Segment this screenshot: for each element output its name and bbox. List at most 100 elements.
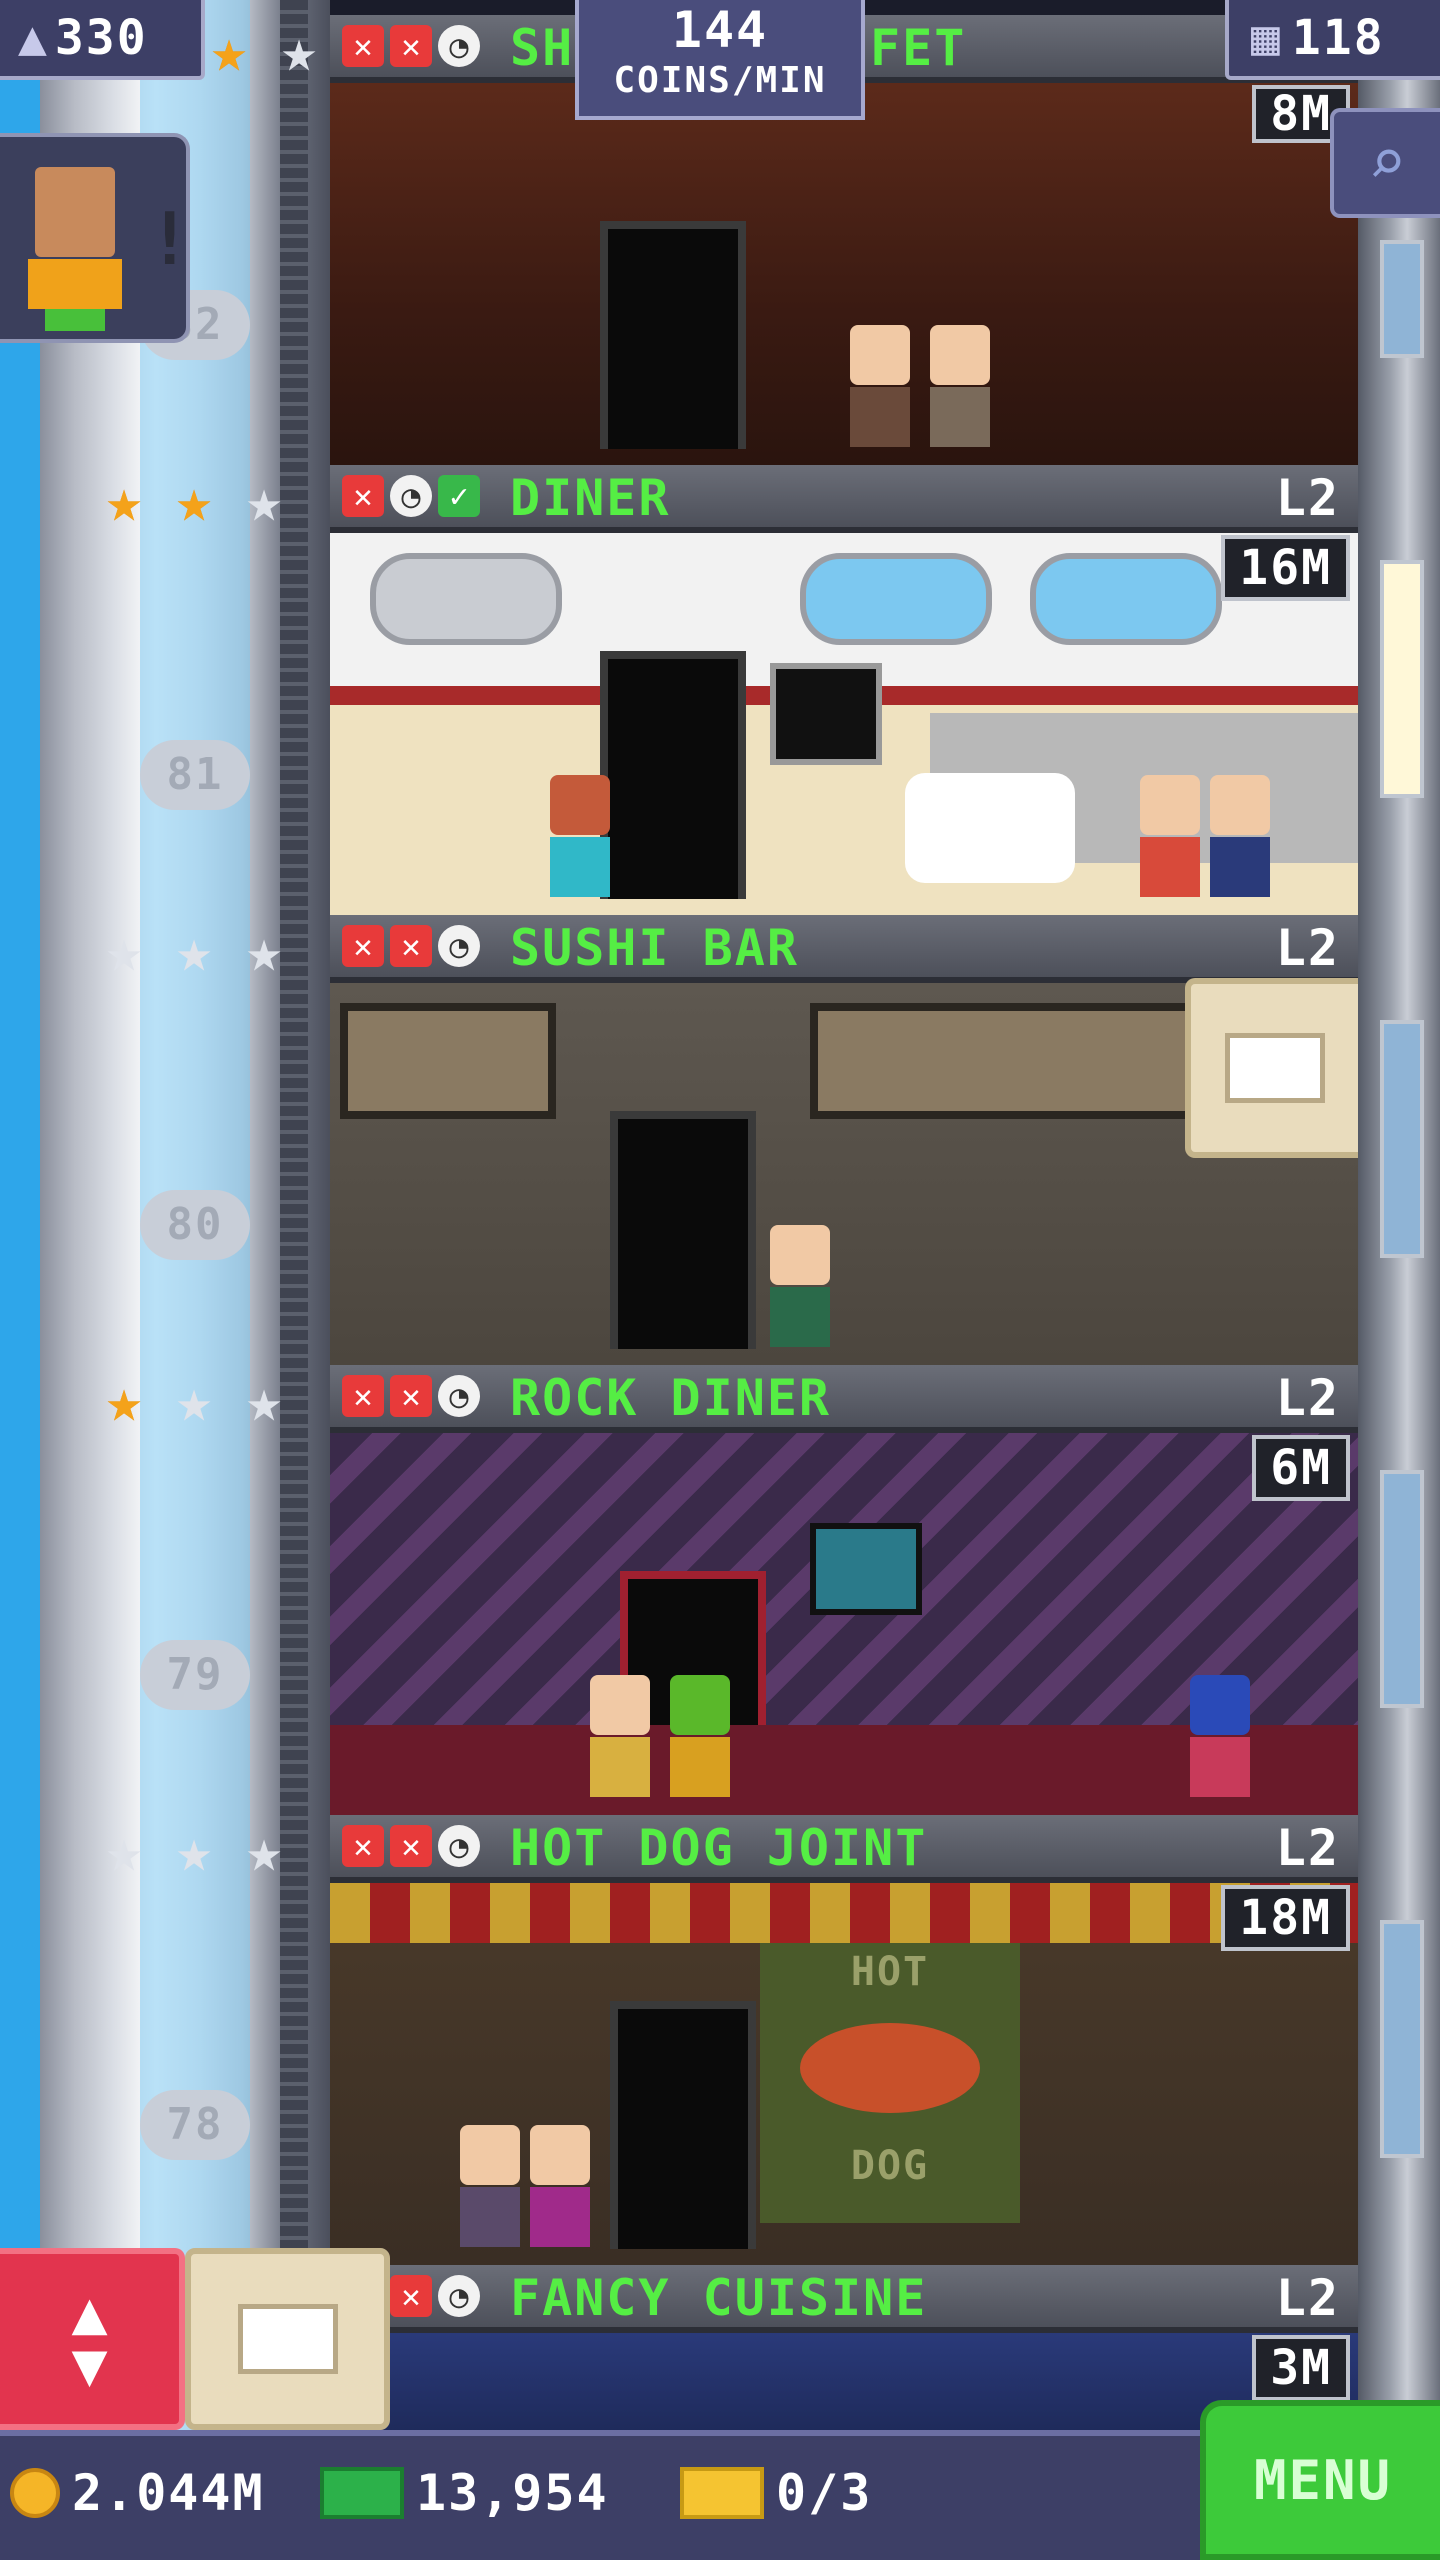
elevator-button[interactable]: ▲ ▼ xyxy=(0,2248,185,2430)
floor-level: L2 xyxy=(1275,2269,1340,2327)
close-icon: ✕ xyxy=(390,2275,432,2317)
floor-count-value: 118 xyxy=(1291,10,1385,66)
floor-diner[interactable]: ✕ ◔ ✓ DINER L2 16M xyxy=(330,465,1358,915)
picture-frame xyxy=(810,1523,922,1615)
crate-button[interactable] xyxy=(1185,978,1358,1158)
floor-level: L2 xyxy=(1275,1819,1340,1877)
floor-header: ✕ ◔ FANCY CUISINE L2 xyxy=(330,2265,1358,2333)
visitor-notification-button[interactable]: ! xyxy=(0,133,192,343)
person xyxy=(930,325,990,447)
floor-stars: ★ ★ ★ xyxy=(95,1366,293,1436)
silver-star-icon: ★ xyxy=(245,1366,283,1436)
close-icon: ✕ xyxy=(390,25,432,67)
arrow-down-icon: ▼ xyxy=(71,2330,108,2400)
person xyxy=(550,775,610,897)
floor-level: L2 xyxy=(1275,919,1340,977)
silver-star-icon: ★ xyxy=(105,916,143,986)
avatar-shirt xyxy=(28,259,122,309)
floor-level: L2 xyxy=(1275,1369,1340,1427)
room-buffet xyxy=(330,83,1358,465)
person xyxy=(770,1225,830,1347)
right-window xyxy=(1380,1920,1424,2158)
close-icon: ✕ xyxy=(390,1375,432,1417)
person xyxy=(1210,775,1270,897)
close-icon: ✕ xyxy=(342,25,384,67)
close-icon: ✕ xyxy=(342,475,384,517)
sign-text: HOT xyxy=(850,1949,930,1995)
magnifier-icon: ⌕ xyxy=(1367,126,1407,200)
ticket-icon xyxy=(680,2467,764,2519)
gold-star-icon: ★ xyxy=(105,1366,143,1436)
floor-name: HOT DOG JOINT xyxy=(510,1819,928,1877)
silver-star-icon: ★ xyxy=(245,916,283,986)
tower-bux-icon xyxy=(320,2467,404,2519)
silver-star-icon: ★ xyxy=(280,16,318,86)
gold-star-icon: ★ xyxy=(105,466,143,536)
silver-star-icon: ★ xyxy=(175,1816,213,1886)
floor-stars: ★ ★ ★ xyxy=(95,466,293,536)
floor-status-icons: ✕ ◔ xyxy=(390,2275,480,2317)
floor-hot-dog-joint[interactable]: ✕ ✕ ◔ HOT DOG JOINT L2 HOT DOG 18M xyxy=(330,1815,1358,2265)
bux-display[interactable]: 13,954 xyxy=(320,2458,609,2528)
gold-star-icon: ★ xyxy=(175,466,213,536)
room-hot-dog-joint: HOT DOG xyxy=(330,1883,1358,2265)
door xyxy=(600,651,746,899)
alert-icon: ! xyxy=(148,197,192,281)
floor-status-icons: ✕ ✕ ◔ xyxy=(342,1825,480,1867)
tickets-display[interactable]: 0/3 xyxy=(680,2458,872,2528)
floor-name: SH xyxy=(510,19,575,77)
population-counter[interactable]: ▲ 330 xyxy=(0,0,205,80)
floor-header: ✕ ✕ ◔ HOT DOG JOINT L2 xyxy=(330,1815,1358,1883)
floor-name: FANCY CUISINE xyxy=(510,2269,928,2327)
floor-header: ✕ ◔ ✓ DINER L2 xyxy=(330,465,1358,533)
person xyxy=(1140,775,1200,897)
bux-value: 13,954 xyxy=(416,2464,609,2522)
elevator-rail xyxy=(280,0,308,2430)
silver-star-icon: ★ xyxy=(245,1816,283,1886)
room-rock-diner xyxy=(330,1433,1358,1815)
floor-status-icons: ✕ ✕ ◔ xyxy=(342,25,480,67)
timer-badge: 6M xyxy=(1252,1435,1350,1501)
right-window xyxy=(1380,1020,1424,1258)
sign-text: DOG xyxy=(850,2143,930,2189)
polar-bear xyxy=(905,773,1075,883)
building-icon: ▦ xyxy=(1251,10,1282,66)
close-icon: ✕ xyxy=(342,925,384,967)
close-icon: ✕ xyxy=(342,1825,384,1867)
window xyxy=(340,1003,556,1119)
silver-star-icon: ★ xyxy=(105,1816,143,1886)
clock-icon: ◔ xyxy=(390,475,432,517)
window xyxy=(800,553,992,645)
window xyxy=(1030,553,1222,645)
hot-dog-icon xyxy=(800,2023,980,2113)
menu-board xyxy=(770,663,882,765)
floor-status-icons: ✕ ◔ ✓ xyxy=(342,475,480,517)
population-value: 330 xyxy=(54,10,148,66)
person xyxy=(850,325,910,447)
floor-count-counter[interactable]: ▦ 118 xyxy=(1225,0,1440,80)
sky-background xyxy=(0,0,40,2430)
timer-badge: 3M xyxy=(1252,2335,1350,2401)
person xyxy=(460,2125,520,2247)
door xyxy=(610,1111,756,1349)
menu-button[interactable]: MENU xyxy=(1200,2400,1440,2560)
floor-rock-diner[interactable]: ✕ ✕ ◔ ROCK DINER L2 6M xyxy=(330,1365,1358,1815)
silver-star-icon: ★ xyxy=(175,916,213,986)
floor-stars: ★ ★ xyxy=(200,16,328,86)
crate-icon xyxy=(1224,1033,1325,1103)
clock-icon: ◔ xyxy=(438,25,480,67)
floor-number: 81 xyxy=(140,740,250,810)
coins-value: 2.044M xyxy=(72,2464,265,2522)
awning xyxy=(330,1883,1358,1943)
floor-name: DINER xyxy=(510,469,671,527)
build-crate-button[interactable] xyxy=(185,2248,390,2430)
avatar-legs xyxy=(45,309,105,331)
clock-icon: ◔ xyxy=(438,1825,480,1867)
right-window xyxy=(1380,560,1424,798)
floor-fancy-cuisine[interactable]: ✕ ◔ FANCY CUISINE L2 3M xyxy=(330,2265,1358,2430)
zoom-button[interactable]: ⌕ xyxy=(1330,108,1440,218)
floor-header: ✕ ✕ ◔ SUSHI BAR L2 xyxy=(330,915,1358,983)
check-icon: ✓ xyxy=(438,475,480,517)
tickets-value: 0/3 xyxy=(776,2464,873,2522)
coins-per-minute-unit: COINS/MIN xyxy=(613,60,827,101)
